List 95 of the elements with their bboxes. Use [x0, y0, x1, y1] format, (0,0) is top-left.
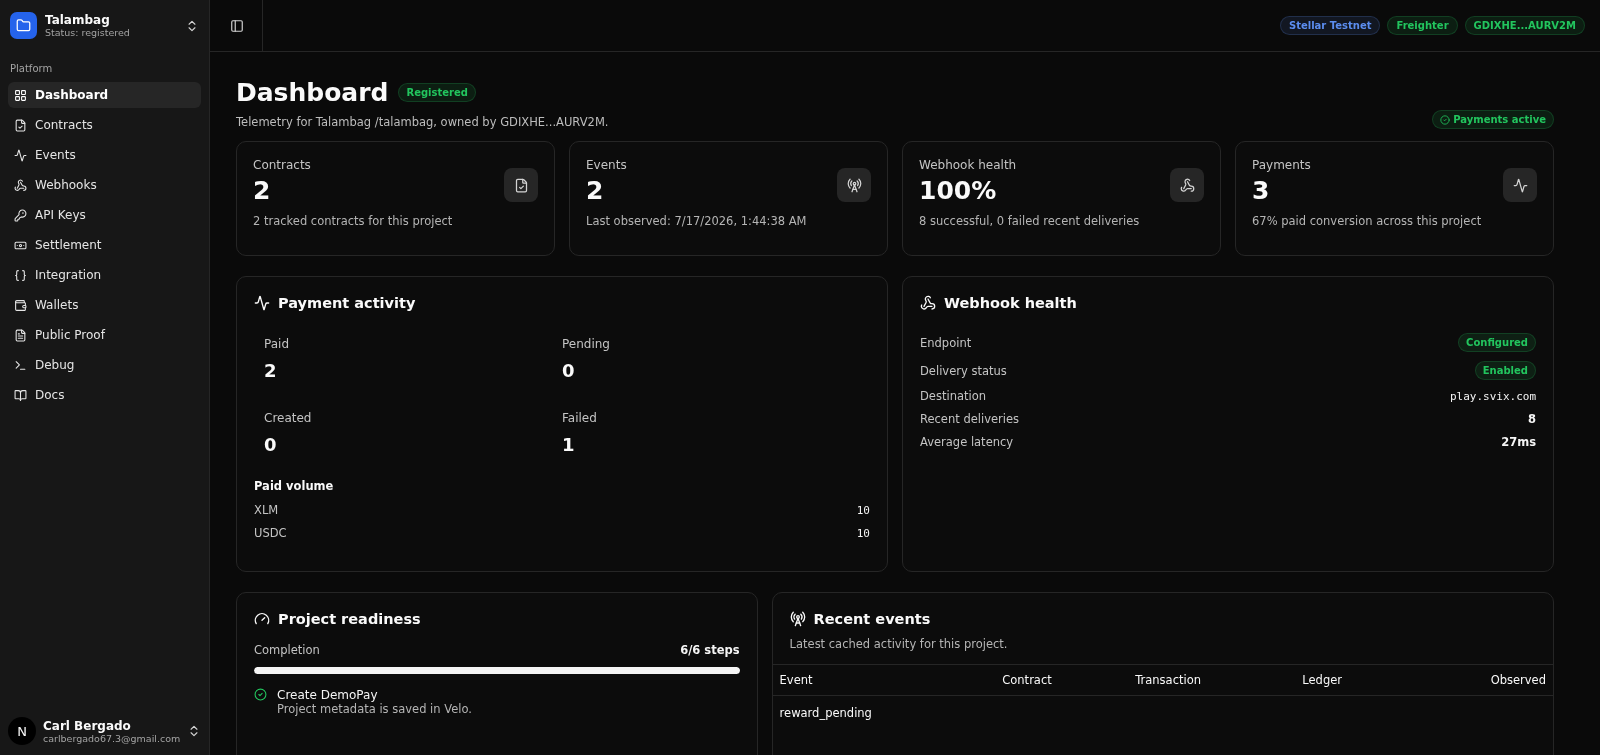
- page-subtitle: Telemetry for Talambag /talambag, owned by GDIXHE...AURV2M.: [236, 115, 609, 129]
- step-description: Project metadata is saved in Velo.: [277, 702, 472, 716]
- asset-amount: 10: [856, 503, 870, 517]
- row-label: Destination: [920, 389, 986, 403]
- stat-label: Webhook health: [919, 158, 1017, 172]
- grid-icon: [14, 88, 27, 102]
- status-badge: Payments active: [1432, 110, 1554, 129]
- nav-item[interactable]: Wallets: [8, 292, 201, 318]
- webhook-icon: [920, 295, 936, 311]
- nav-item[interactable]: Events: [8, 142, 201, 168]
- asset-amount: 10: [856, 526, 870, 540]
- sidebar-toggle-icon[interactable]: [230, 18, 244, 33]
- key-icon: [14, 208, 27, 222]
- gauge-icon: [254, 611, 270, 627]
- stat-caption: Last observed: 7/17/2026, 1:44:38 AM: [586, 214, 807, 228]
- steps-count: 6/6 steps: [680, 643, 740, 657]
- user-name: Carl Bergado: [43, 718, 132, 733]
- radio-tower-icon: [837, 168, 871, 202]
- row-label: Delivery status: [920, 363, 1007, 378]
- nav-item[interactable]: Settlement: [8, 232, 201, 258]
- avatar: N: [8, 717, 36, 745]
- webhook-icon: [14, 178, 27, 192]
- folder-icon: [10, 12, 37, 39]
- stat-label: Contracts: [253, 158, 311, 172]
- asset-label: XLM: [254, 503, 279, 517]
- card-title: Recent events: [813, 611, 931, 627]
- stat-caption: 67% paid conversion across this project: [1252, 214, 1482, 228]
- status-badge: Registered: [398, 83, 476, 102]
- metric-label: Paid: [264, 337, 289, 351]
- status-badge: Stellar Testnet: [1279, 16, 1381, 35]
- file-check-icon: [504, 168, 538, 202]
- column-header: Contract: [995, 664, 1129, 696]
- metric-value: 2: [264, 360, 278, 381]
- project-status: Status: registered: [45, 27, 131, 38]
- row-value: 27ms: [1501, 435, 1536, 449]
- card-title: Payment activity: [278, 295, 416, 311]
- metric-value: 0: [264, 434, 278, 455]
- radio-tower-icon: [789, 611, 806, 627]
- stat-label: Payments: [1252, 158, 1311, 172]
- status-badge: Enabled: [1474, 361, 1536, 380]
- nav-item[interactable]: Integration: [8, 262, 201, 288]
- stat-caption: 2 tracked contracts for this project: [253, 214, 453, 228]
- status-badge: Configured: [1458, 333, 1536, 352]
- wallet-icon: [14, 298, 27, 312]
- metric-label: Failed: [562, 411, 597, 425]
- pulse-icon: [1503, 168, 1537, 202]
- document-icon: [14, 328, 27, 342]
- nav-item[interactable]: Public Proof: [8, 322, 201, 348]
- stat-value: 2: [586, 176, 604, 205]
- column-header: Event: [772, 664, 996, 696]
- column-header: Observed: [1407, 664, 1553, 696]
- nav-item[interactable]: API Keys: [8, 202, 201, 228]
- row-label: Average latency: [920, 435, 1014, 449]
- column-header: Transaction: [1128, 664, 1296, 696]
- braces-icon: [14, 268, 27, 282]
- section-title: Paid volume: [254, 479, 335, 493]
- metric-value: 0: [562, 360, 576, 381]
- terminal-icon: [14, 358, 27, 372]
- card-subtitle: Latest cached activity for this project.: [789, 637, 1008, 651]
- metric-label: Created: [264, 411, 312, 425]
- stat-caption: 8 successful, 0 failed recent deliveries: [919, 214, 1140, 228]
- check-circle-icon: [1440, 114, 1451, 125]
- stat-label: Events: [586, 158, 627, 172]
- row-label: Recent deliveries: [920, 412, 1020, 426]
- asset-label: USDC: [254, 526, 287, 540]
- file-check-icon: [14, 118, 27, 132]
- nav-item[interactable]: Dashboard: [8, 82, 201, 108]
- pulse-icon: [254, 295, 270, 311]
- completion-label: Completion: [254, 643, 320, 657]
- card-title: Webhook health: [944, 295, 1077, 311]
- metric-label: Pending: [562, 337, 610, 351]
- webhook-icon: [1170, 168, 1204, 202]
- row-value: 8: [1528, 412, 1536, 426]
- status-badge: GDIXHE...AURV2M: [1464, 16, 1585, 35]
- nav-item[interactable]: Contracts: [8, 112, 201, 138]
- stat-value: 3: [1252, 176, 1270, 205]
- section-label: Platform: [9, 62, 54, 76]
- row-value: play.svix.com: [1449, 389, 1536, 403]
- page-title: Dashboard: [236, 78, 389, 107]
- step-title: Create DemoPay: [277, 688, 379, 702]
- pulse-icon: [14, 148, 27, 162]
- user-email: carlbergado67.3@gmail.com: [43, 732, 180, 744]
- metric-value: 1: [562, 434, 576, 455]
- status-badge: Freighter: [1387, 16, 1458, 35]
- project-name: Talambag: [45, 13, 111, 27]
- column-header: Ledger: [1295, 664, 1408, 696]
- row-label: Endpoint: [920, 335, 972, 350]
- nav-item[interactable]: Debug: [8, 352, 201, 378]
- nav-item[interactable]: Docs: [8, 382, 201, 408]
- card-title: Project readiness: [278, 611, 421, 627]
- nav-item[interactable]: Webhooks: [8, 172, 201, 198]
- table-cell: reward_pending: [772, 695, 996, 730]
- stat-value: 2: [253, 176, 271, 205]
- stat-value: 100%: [919, 176, 997, 205]
- book-icon: [14, 388, 27, 402]
